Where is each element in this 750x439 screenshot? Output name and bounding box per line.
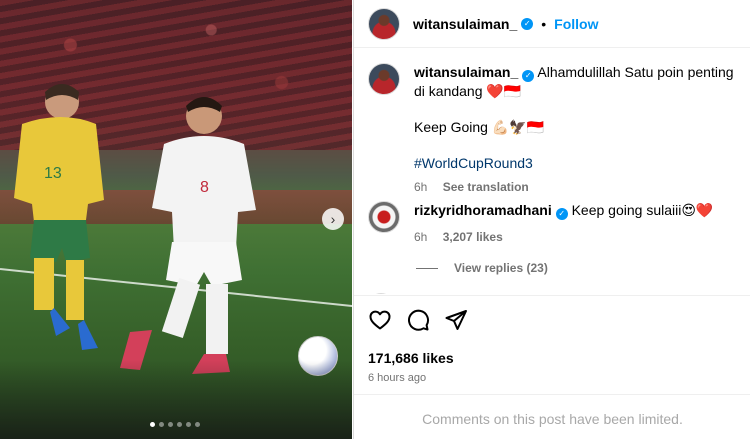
carousel-dot[interactable] [186, 422, 191, 427]
caption-age[interactable]: 6h [414, 180, 427, 194]
view-replies-button[interactable]: View replies (23) [416, 261, 548, 275]
caption: witansulaiman_ ✓ Alhamdulillah Satu poin … [368, 63, 734, 196]
commenter-username[interactable]: rizkyridhoramadhani [414, 202, 552, 218]
post-side-panel: witansulaiman_ ✓ • Follow witansulaiman_… [353, 0, 750, 439]
posted-time[interactable]: 6 hours ago [368, 372, 737, 384]
player-right-number: 8 [200, 179, 209, 196]
post-photo[interactable]: 13 8 › [0, 0, 352, 439]
view-replies-label: View replies (23) [454, 261, 548, 275]
caption-author-avatar[interactable] [368, 63, 400, 95]
comment-icon[interactable] [406, 308, 430, 332]
comment-age[interactable]: 6h [414, 230, 427, 244]
header-separator: • [541, 15, 547, 32]
comments-limited-notice: Comments on this post have been limited. [354, 394, 750, 439]
replies-divider [416, 267, 438, 269]
carousel-dot[interactable] [159, 422, 164, 427]
player-white: 8 [120, 97, 256, 374]
comments-section: witansulaiman_ ✓ Alhamdulillah Satu poin … [354, 49, 750, 294]
verified-badge-icon: ✓ [555, 208, 568, 220]
carousel-next-button[interactable]: › [322, 208, 344, 230]
comment: rizkyridhoramadhani ✓ Keep going sulaiii😍… [368, 201, 734, 246]
post-header: witansulaiman_ ✓ • Follow [354, 0, 750, 48]
carousel-dots [150, 422, 200, 427]
see-translation-link[interactable]: See translation [443, 180, 529, 194]
commenter-avatar[interactable] [368, 201, 400, 233]
author-avatar[interactable] [368, 7, 400, 40]
carousel-dot[interactable] [150, 422, 155, 427]
next-comment-avatar[interactable] [368, 293, 394, 294]
post-actions: 171,686 likes 6 hours ago [354, 295, 750, 384]
carousel-dot[interactable] [195, 422, 200, 427]
player-left-number: 13 [44, 165, 62, 182]
likes-count[interactable]: 171,686 likes [368, 350, 737, 366]
heart-icon[interactable] [368, 308, 392, 332]
verified-badge-icon: ✓ [521, 17, 534, 30]
verified-badge-icon: ✓ [522, 70, 535, 82]
photo-shade [0, 360, 352, 439]
share-icon[interactable] [444, 308, 468, 332]
comment-likes[interactable]: 3,207 likes [443, 230, 503, 244]
carousel-dot[interactable] [168, 422, 173, 427]
follow-button[interactable]: Follow [554, 16, 598, 32]
caption-line2: Keep Going 💪🏻🦅🇮🇩 [414, 119, 545, 135]
author-username[interactable]: witansulaiman_ [413, 16, 517, 32]
caption-username[interactable]: witansulaiman_ [414, 64, 518, 80]
caption-hashtag[interactable]: #WorldCupRound3 [414, 154, 734, 172]
carousel-dot[interactable] [177, 422, 182, 427]
comment-text: Keep going sulaiii😍❤️ [571, 202, 714, 218]
